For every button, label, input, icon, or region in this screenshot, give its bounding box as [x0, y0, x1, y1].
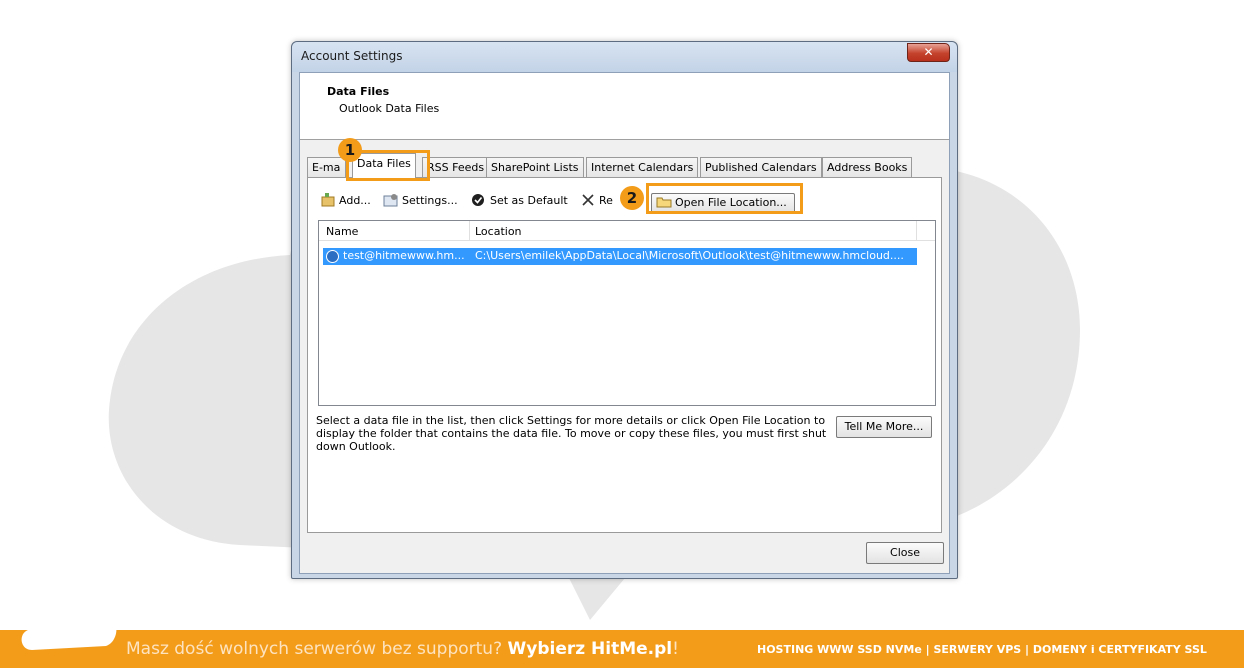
header-title: Data Files	[327, 85, 390, 98]
tab-internet-calendars-label: Internet Calendars	[591, 161, 694, 174]
column-divider[interactable]	[916, 221, 917, 241]
tab-email[interactable]: E-ma	[307, 157, 346, 177]
add-data-file-icon	[321, 193, 335, 207]
tab-rss-label: RSS Feeds	[427, 161, 485, 174]
tab-address-books[interactable]: Address Books	[822, 157, 913, 177]
set-default-label: Set as Default	[490, 194, 568, 207]
banner-slogan-end: !	[672, 639, 679, 659]
settings-button[interactable]: Settings...	[383, 192, 458, 210]
add-button[interactable]: Add...	[320, 192, 371, 210]
set-default-button[interactable]: Set as Default	[471, 192, 568, 210]
tab-sharepoint-label: SharePoint Lists	[491, 161, 579, 174]
tab-published-calendars-label: Published Calendars	[705, 161, 817, 174]
tab-sharepoint-lists[interactable]: SharePoint Lists	[486, 157, 584, 177]
banner-services: HOSTING WWW SSD NVMe | SERWERY VPS | DOM…	[757, 643, 1207, 656]
column-name[interactable]: Name	[326, 225, 358, 238]
header-subtitle: Outlook Data Files	[339, 102, 440, 115]
banner-slogan-bold: Wybierz HitMe.pl	[507, 639, 673, 659]
close-button[interactable]: Close	[866, 542, 944, 564]
tab-email-label: E-ma	[312, 161, 341, 174]
title-bar: Account Settings ✕	[292, 42, 957, 72]
banner-slogan[interactable]: Masz dość wolnych serwerów bez supportu?…	[126, 639, 679, 659]
open-file-location-label: Open File Location...	[675, 196, 787, 209]
tab-published-calendars[interactable]: Published Calendars	[700, 157, 822, 177]
remove-label: Re	[599, 194, 613, 207]
remove-x-icon	[582, 194, 594, 206]
banner-slogan-light: Masz dość wolnych serwerów bez supportu?	[126, 639, 508, 659]
header-area: Data Files Outlook Data Files	[300, 73, 949, 140]
step-1-badge: 1	[338, 138, 362, 162]
dialog-title: Account Settings	[301, 49, 403, 63]
check-circle-icon	[472, 194, 484, 206]
tab-data-files-label: Data Files	[357, 157, 411, 170]
folder-icon	[656, 197, 672, 208]
dialog-client: Data Files Outlook Data Files E-ma Data …	[299, 72, 950, 574]
close-x-icon[interactable]: ✕	[907, 43, 950, 62]
data-files-list[interactable]: Name Location test@hitmewww.hm... C:\Use…	[318, 220, 936, 406]
tab-internet-calendars[interactable]: Internet Calendars	[586, 157, 699, 177]
settings-label: Settings...	[402, 194, 458, 207]
cloud-logo-icon	[21, 599, 117, 650]
tab-address-books-label: Address Books	[827, 161, 908, 174]
add-label: Add...	[339, 194, 371, 207]
column-location[interactable]: Location	[475, 225, 522, 238]
list-item-name: test@hitmewww.hm...	[343, 249, 465, 262]
data-files-panel: Add... Settings... Set as Default Re Ope…	[307, 177, 942, 533]
remove-button[interactable]: Re	[580, 192, 613, 210]
step-2-badge: 2	[620, 186, 644, 210]
settings-icon	[383, 194, 398, 207]
tab-data-files[interactable]: Data Files	[352, 153, 416, 178]
info-text: Select a data file in the list, then cli…	[316, 414, 827, 453]
account-settings-dialog: Account Settings ✕ Data Files Outlook Da…	[291, 41, 958, 579]
tell-me-more-button[interactable]: Tell Me More...	[836, 416, 932, 438]
list-item[interactable]: test@hitmewww.hm... C:\Users\emilek\AppD…	[323, 248, 917, 265]
list-item-location: C:\Users\emilek\AppData\Local\Microsoft\…	[475, 249, 904, 262]
list-header: Name Location	[319, 221, 935, 241]
column-divider[interactable]	[469, 221, 470, 241]
default-check-icon	[326, 250, 339, 263]
tab-rss-feeds[interactable]: RSS Feeds	[422, 157, 490, 177]
open-file-location-button[interactable]: Open File Location...	[651, 193, 795, 213]
